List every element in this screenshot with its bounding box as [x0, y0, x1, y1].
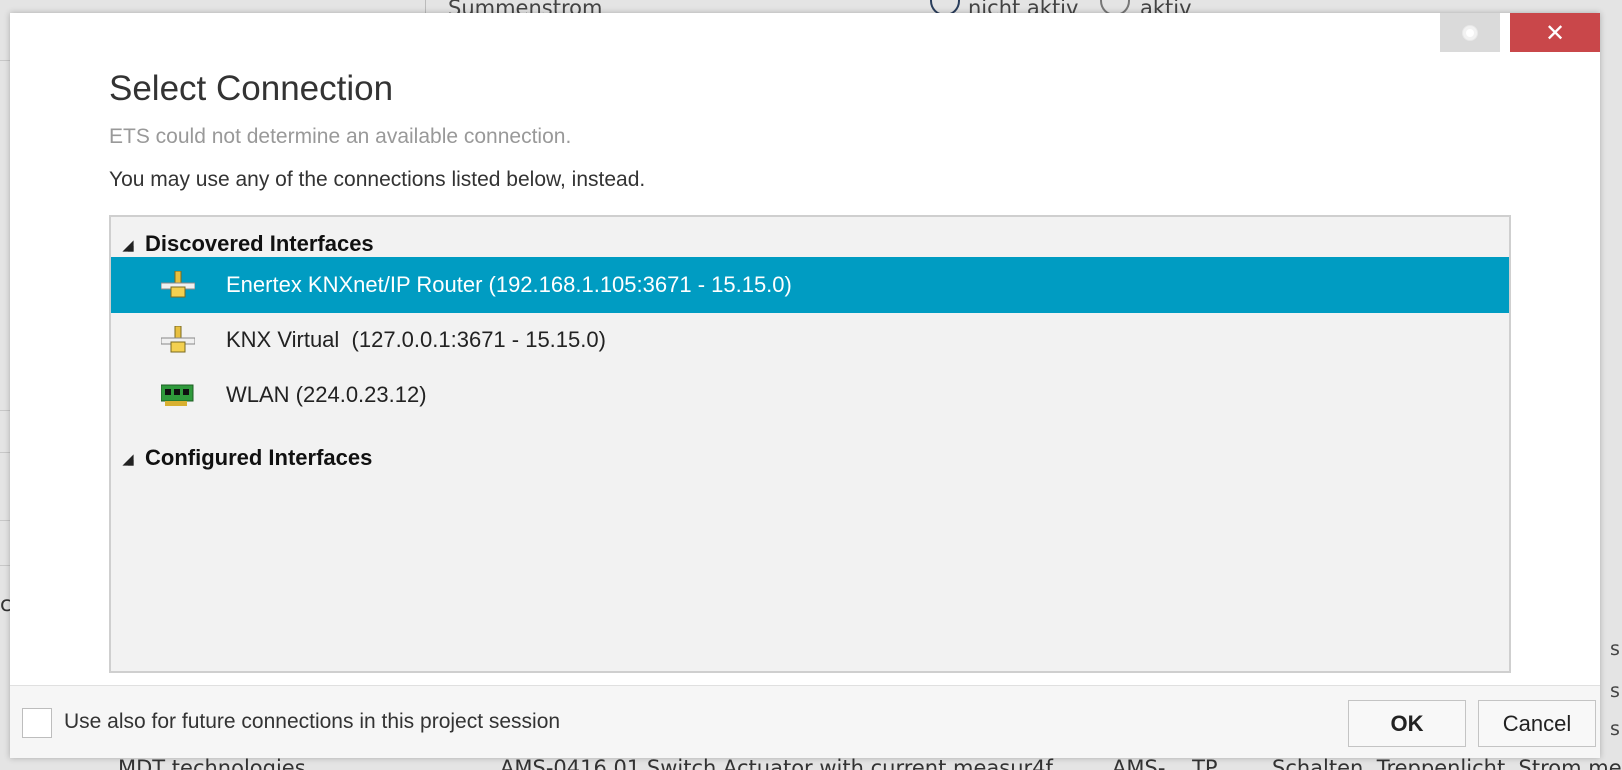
bg-right-fragment: s — [1610, 718, 1620, 740]
bg-right-fragment: s — [1610, 638, 1620, 660]
interface-item-knx-virtual[interactable]: KNX Virtual (127.0.0.1:3671 - 15.15.0) — [111, 312, 1509, 368]
group-label: Discovered Interfaces — [145, 231, 374, 256]
network-card-icon — [161, 384, 194, 406]
bg-function-cell: Schalten, Treppenlicht, Strom mes — [1272, 756, 1622, 770]
group-configured-interfaces[interactable]: Configured Interfaces — [121, 443, 372, 473]
bg-line — [0, 565, 10, 566]
interface-item-wlan[interactable]: WLAN (224.0.23.12) — [111, 367, 1509, 423]
dialog-title: Select Connection — [109, 69, 394, 108]
interface-item-enertex-router[interactable]: Enertex KNXnet/IP Router (192.168.1.105:… — [111, 257, 1509, 313]
dialog-footer: Use also for future connections in this … — [10, 685, 1600, 758]
dialog-hint: You may use any of the connections liste… — [109, 168, 646, 191]
interface-label: Enertex KNXnet/IP Router (192.168.1.105:… — [226, 272, 792, 297]
group-label: Configured Interfaces — [145, 445, 373, 470]
interface-label: KNX Virtual (127.0.0.1:3671 - 15.15.0) — [226, 327, 606, 352]
future-connections-checkbox[interactable] — [22, 708, 52, 738]
bg-line — [0, 410, 10, 411]
settings-dot-icon — [1463, 25, 1477, 40]
group-discovered-interfaces[interactable]: Discovered Interfaces — [121, 229, 374, 259]
knx-ip-interface-icon — [161, 326, 195, 353]
ok-button[interactable]: OK — [1348, 700, 1466, 747]
settings-button[interactable] — [1440, 13, 1500, 52]
bg-order-cell: AMS-... TP — [1112, 756, 1218, 770]
collapse-triangle-icon[interactable] — [122, 239, 134, 252]
knx-ip-interface-icon — [161, 271, 195, 298]
dialog-subtitle: ETS could not determine an available con… — [109, 125, 572, 148]
bg-right-fragment: s — [1610, 680, 1620, 702]
cancel-button[interactable]: Cancel — [1478, 700, 1596, 747]
future-connections-label[interactable]: Use also for future connections in this … — [64, 710, 560, 734]
connection-tree[interactable]: Discovered Interfaces Enertex KNXnet/IP … — [109, 215, 1511, 673]
bg-manufacturer-cell: MDT technologies — [118, 756, 306, 770]
interface-label: WLAN (224.0.23.12) — [226, 382, 427, 407]
bg-product-cell: AMS-0416.01 Switch Actuator with current… — [500, 756, 1053, 770]
close-icon: ✕ — [1544, 18, 1566, 47]
close-button[interactable]: ✕ — [1510, 13, 1600, 52]
bg-line — [0, 60, 10, 61]
select-connection-dialog: ✕ Select Connection ETS could not determ… — [10, 13, 1600, 758]
collapse-triangle-icon[interactable] — [122, 453, 134, 466]
bg-line — [0, 452, 10, 453]
bg-divider — [425, 0, 426, 14]
bg-line — [0, 520, 10, 521]
